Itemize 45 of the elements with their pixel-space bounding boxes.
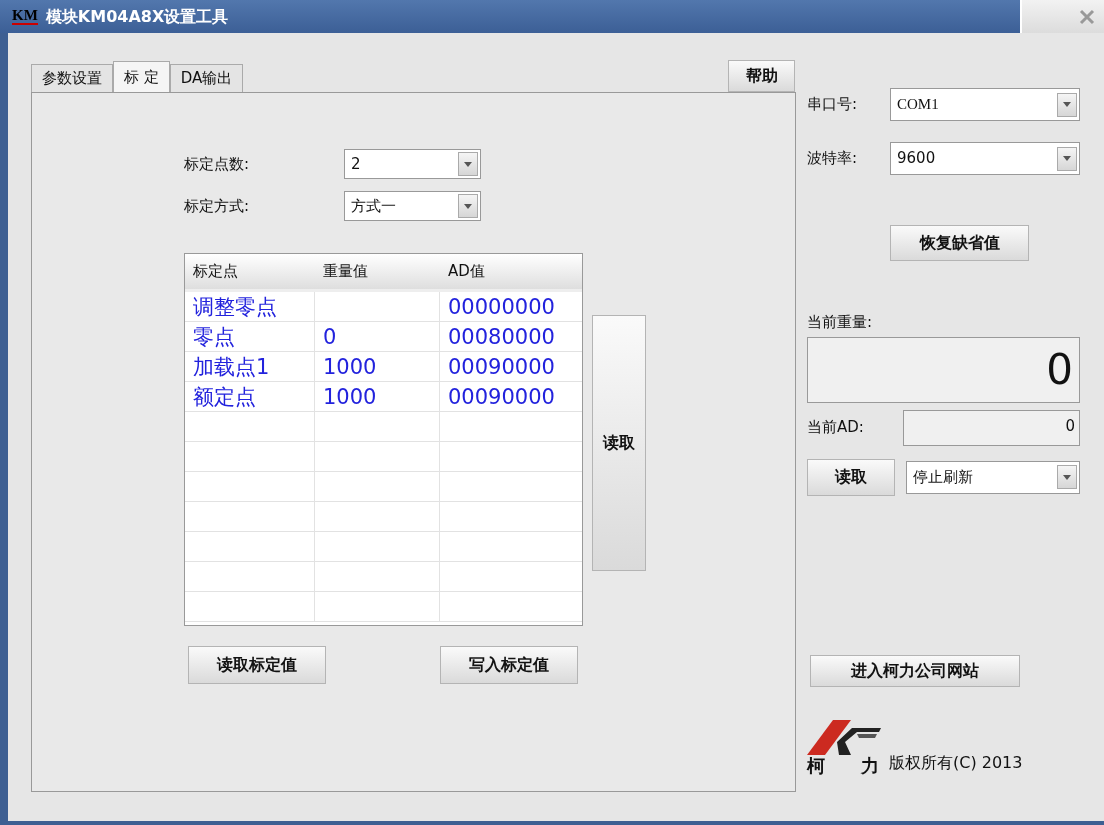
logo-text: 柯 — [807, 756, 825, 775]
ad-display: 0 — [903, 409, 1080, 446]
field-label: 当前重量: — [807, 313, 873, 331]
app-logo: KM — [12, 8, 38, 25]
tab[interactable]: 参数设置 — [31, 64, 113, 92]
column-header: 标定点 — [192, 261, 239, 283]
field-label: 串口号: — [807, 94, 859, 116]
read-calibration-button[interactable]: 读取标定值 — [188, 646, 326, 684]
table-cell: 0 — [315, 322, 440, 351]
table-cell-text: 00080000 — [447, 324, 556, 351]
help-button[interactable]: 帮助 — [728, 60, 795, 92]
field-label: 当前AD: — [807, 417, 865, 439]
write-calibration-button[interactable]: 写入标定值 — [440, 646, 578, 684]
weight-display: 0 — [807, 336, 1080, 403]
copyright-text: 版权所有(C) 2013 — [889, 751, 1023, 774]
dropdown[interactable]: 9600 — [890, 142, 1080, 175]
tab[interactable]: 标 定 — [113, 61, 170, 92]
table-cell: 零点 — [185, 322, 315, 351]
table-cell: 1000 — [315, 352, 440, 381]
window-title: 模块KM04A8X设置工具 — [45, 5, 229, 28]
dropdown[interactable]: 方式一 — [344, 191, 481, 221]
table-cell-text: 00090000 — [447, 354, 556, 381]
read-button[interactable]: 读取 — [592, 315, 646, 571]
field-label: 标定方式: — [184, 195, 251, 217]
table-cell: 加载点1 — [185, 352, 315, 381]
table-cell: 调整零点 — [185, 292, 315, 321]
dropdown[interactable]: COM1 — [890, 88, 1080, 121]
close-button[interactable] — [1020, 0, 1104, 33]
close-icon — [1078, 7, 1096, 26]
dropdown[interactable]: 停止刷新 — [906, 460, 1080, 494]
logo-text: 力 — [861, 756, 879, 775]
field-label: 波特率: — [807, 148, 859, 170]
table-cell-text: 00090000 — [447, 384, 556, 411]
column-header: 重量值 — [322, 261, 369, 283]
column-header: AD值 — [447, 261, 486, 283]
table-cell-text: 00000000 — [447, 294, 556, 321]
restore-defaults-button[interactable]: 恢复缺省值 — [890, 225, 1029, 261]
table-cell: 额定点 — [185, 382, 315, 411]
dropdown[interactable]: 2 — [344, 149, 481, 179]
company-logo-icon — [807, 719, 881, 757]
tab[interactable]: DA输出 — [169, 64, 244, 92]
website-button[interactable]: 进入柯力公司网站 — [810, 654, 1020, 687]
field-label: 标定点数: — [184, 153, 251, 175]
read-button[interactable]: 读取 — [807, 458, 895, 496]
table-cell: 1000 — [315, 382, 440, 411]
